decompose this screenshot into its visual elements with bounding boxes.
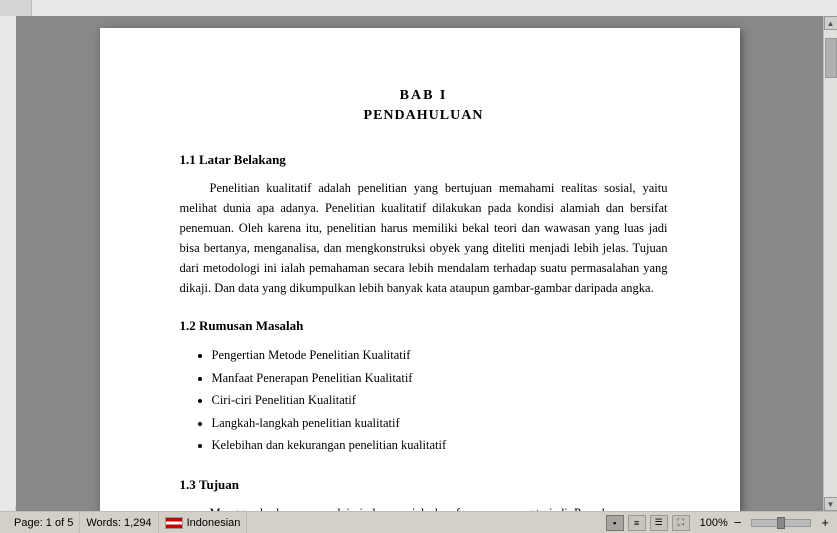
language-section[interactable]: Indonesian: [159, 512, 248, 533]
zoom-minus-button[interactable]: −: [734, 515, 742, 530]
section-1-1-heading: 1.1 Latar Belakang: [180, 152, 668, 168]
view-outline-button[interactable]: ☰: [650, 515, 668, 531]
bullet-item: Kelebihan dan kekurangan penelitian kual…: [212, 434, 668, 457]
scrollbar-right[interactable]: ▲ ▼: [823, 16, 837, 511]
document-scroll-area[interactable]: BAB I PENDAHULUAN 1.1 Latar Belakang Pen…: [16, 16, 823, 511]
ruler-horizontal: // This will be rendered via JS below: [32, 0, 837, 16]
page-info: Page: 1 of 5: [14, 517, 73, 529]
zoom-slider[interactable]: [751, 519, 811, 527]
ruler-corner: [0, 0, 32, 16]
language-flag-icon: [165, 517, 183, 529]
bullet-item: Ciri-ciri Penelitian Kualitatif: [212, 389, 668, 412]
status-right-controls: ▪ ≡ ☰ ⛶ 100% − +: [606, 515, 829, 531]
words-count: Words: 1,294: [86, 517, 151, 529]
section-1-2-bullets: Pengertian Metode Penelitian Kualitatif …: [212, 344, 668, 457]
chapter-title: PENDAHULUAN: [180, 108, 668, 124]
section-1-2-heading: 1.2 Rumusan Masalah: [180, 318, 668, 334]
bullet-item: Langkah-langkah penelitian kualitatif: [212, 412, 668, 435]
bullet-item: Pengertian Metode Penelitian Kualitatif: [212, 344, 668, 367]
section-1-3-heading: 1.3 Tujuan: [180, 477, 668, 493]
zoom-plus-button[interactable]: +: [821, 515, 829, 530]
view-fullscreen-button[interactable]: ⛶: [672, 515, 690, 531]
page-info-section: Page: 1 of 5: [8, 512, 80, 533]
section-1-3-paragraph: Menggambarkan, mempelajari, dan menjelas…: [180, 503, 668, 512]
zoom-level: 100%: [700, 517, 728, 529]
section-1-1-paragraph: Penelitian kualitatif adalah penelitian …: [180, 178, 668, 298]
chapter-number: BAB I: [180, 88, 668, 104]
ruler-vertical: [0, 16, 16, 511]
bullet-item: Manfaat Penerapan Penelitian Kualitatif: [212, 367, 668, 390]
zoom-slider-thumb[interactable]: [777, 517, 785, 529]
status-bar: Page: 1 of 5 Words: 1,294 Indonesian ▪ ≡…: [0, 511, 837, 533]
scroll-up-button[interactable]: ▲: [824, 16, 837, 30]
document-page: BAB I PENDAHULUAN 1.1 Latar Belakang Pen…: [100, 28, 740, 511]
main-area: BAB I PENDAHULUAN 1.1 Latar Belakang Pen…: [0, 16, 837, 511]
language-label: Indonesian: [187, 517, 241, 529]
scroll-track[interactable]: [824, 30, 837, 497]
ruler-top: // This will be rendered via JS below: [0, 0, 837, 16]
view-web-button[interactable]: ≡: [628, 515, 646, 531]
words-info-section: Words: 1,294: [80, 512, 158, 533]
view-normal-button[interactable]: ▪: [606, 515, 624, 531]
scroll-down-button[interactable]: ▼: [824, 497, 837, 511]
scroll-thumb[interactable]: [825, 38, 837, 78]
